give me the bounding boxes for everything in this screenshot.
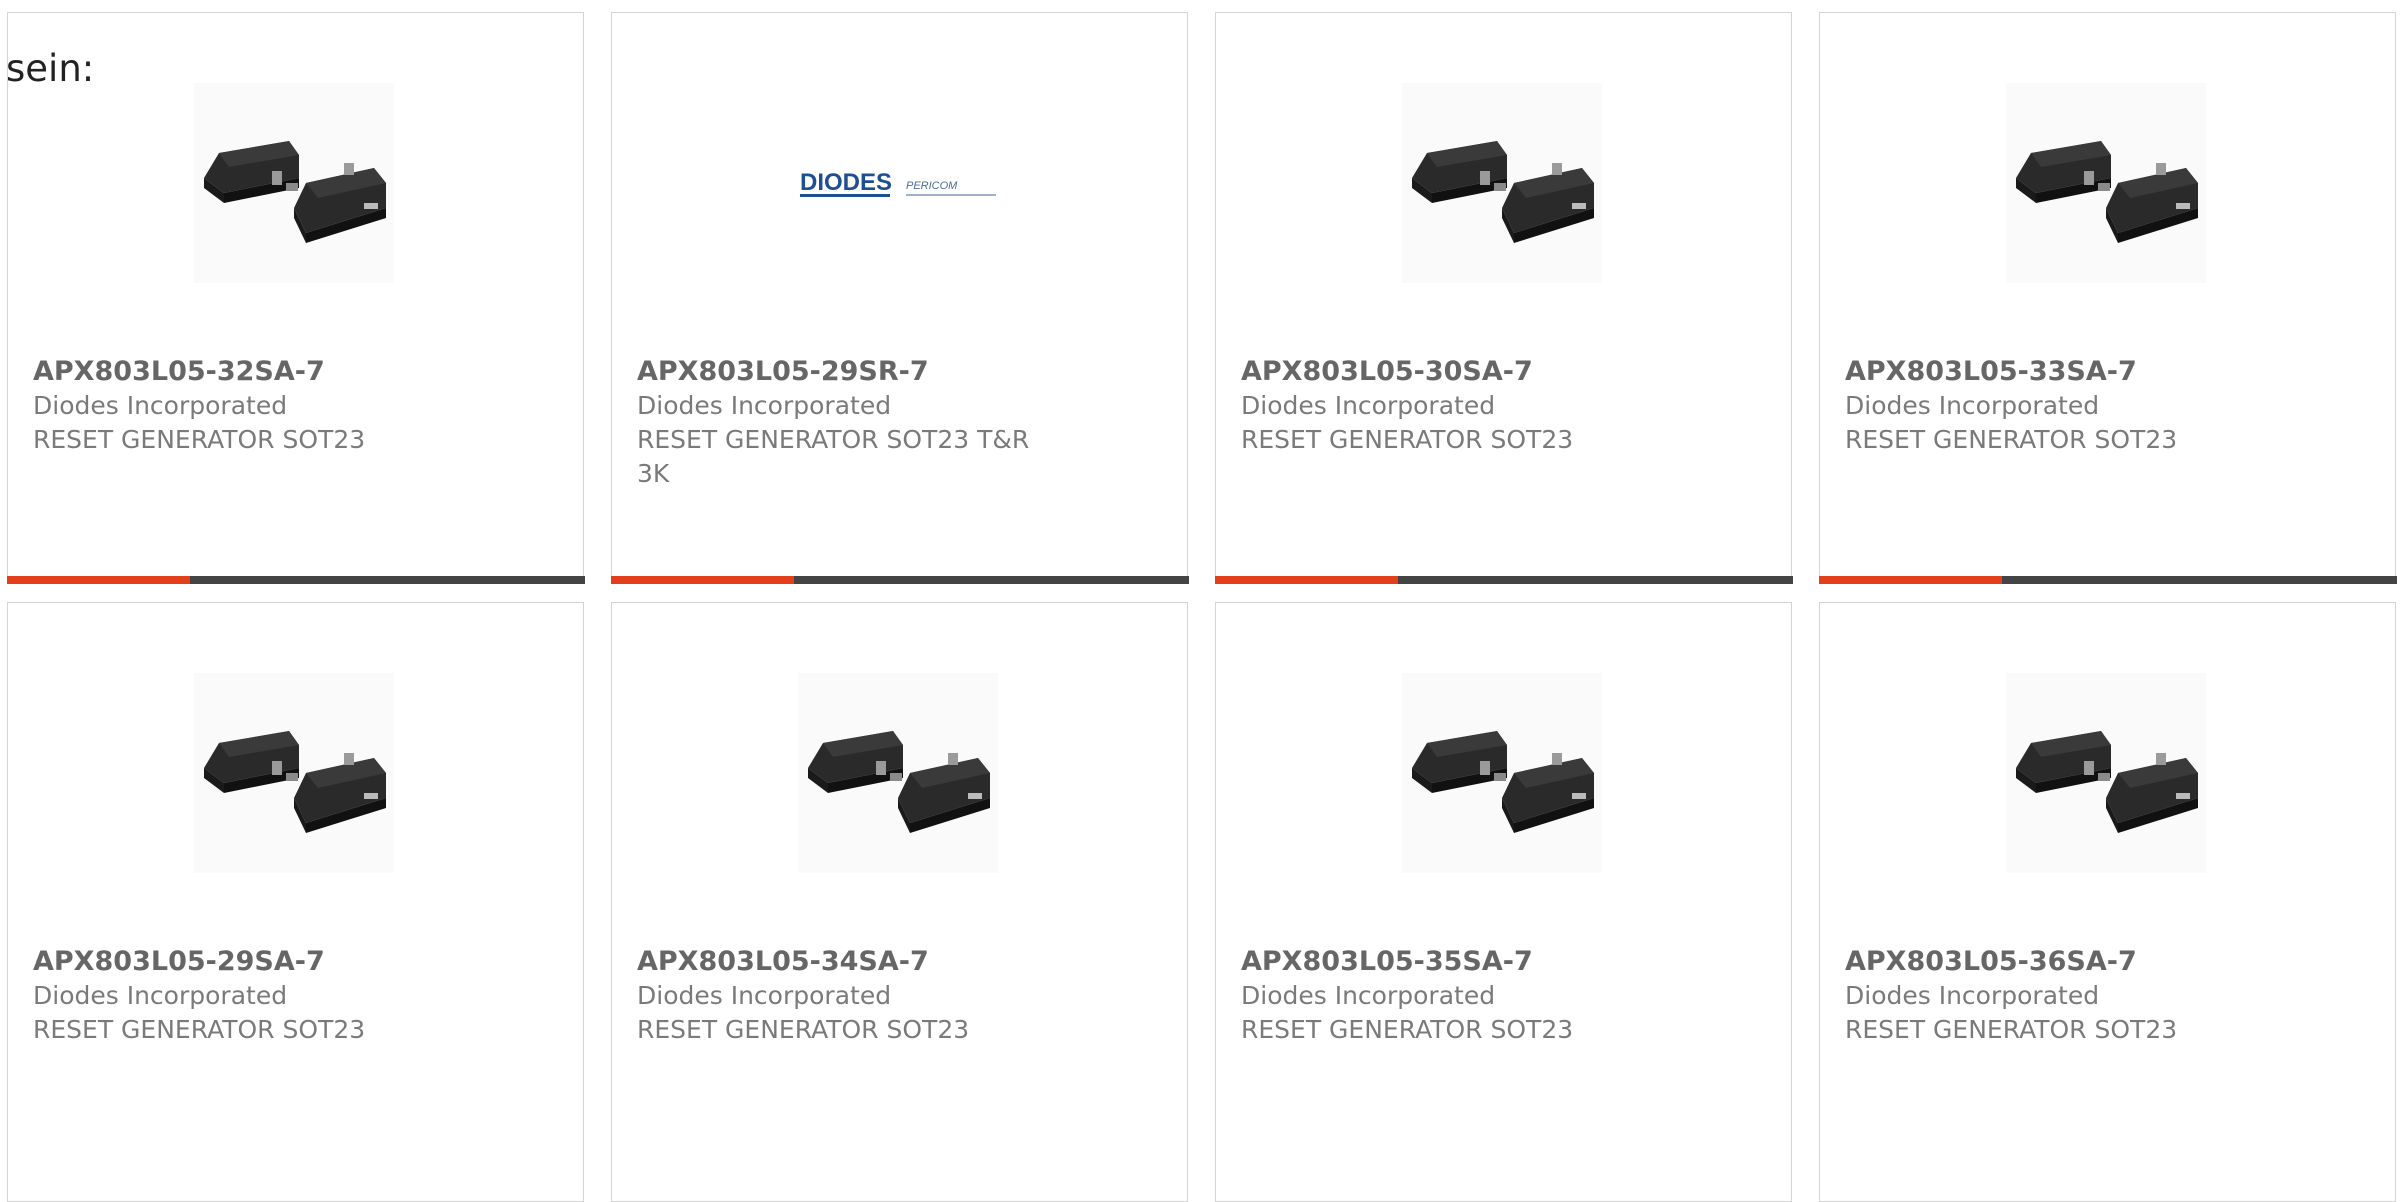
product-info: APX803L05-30SA-7 Diodes Incorporated RES… bbox=[1241, 355, 1681, 457]
product-card[interactable]: APX803L05-34SA-7 Diodes Incorporated RES… bbox=[611, 602, 1188, 1202]
sot23-package-icon[interactable] bbox=[798, 673, 998, 873]
manufacturer: Diodes Incorporated bbox=[33, 981, 288, 1010]
bar-accent bbox=[610, 575, 794, 584]
product-card[interactable]: APX803L05-36SA-7 Diodes Incorporated RES… bbox=[1819, 602, 2396, 1202]
sot23-package-icon[interactable] bbox=[1402, 83, 1602, 283]
product-grid: APX803L05-32SA-7 Diodes Incorporated RES… bbox=[6, 12, 2400, 1202]
part-number-link[interactable]: APX803L05-32SA-7 bbox=[33, 355, 473, 389]
product-card[interactable]: APX803L05-29SA-7 Diodes Incorporated RES… bbox=[7, 602, 584, 1202]
part-number-link[interactable]: APX803L05-30SA-7 bbox=[1241, 355, 1681, 389]
sot23-package-icon[interactable] bbox=[2006, 83, 2206, 283]
diodes-pericom-logo[interactable]: DIODES PERICOM bbox=[798, 83, 998, 283]
sot23-package-icon[interactable] bbox=[2006, 673, 2206, 873]
part-number-link[interactable]: APX803L05-29SA-7 bbox=[33, 945, 473, 979]
manufacturer: Diodes Incorporated bbox=[33, 391, 288, 420]
intro-text: sein: bbox=[6, 47, 95, 90]
sot23-package-icon[interactable] bbox=[194, 673, 394, 873]
product-card[interactable]: APX803L05-33SA-7 Diodes Incorporated RES… bbox=[1818, 12, 2397, 584]
manufacturer: Diodes Incorporated bbox=[1241, 391, 1496, 420]
product-card[interactable]: APX803L05-32SA-7 Diodes Incorporated RES… bbox=[6, 12, 585, 584]
manufacturer: Diodes Incorporated bbox=[1845, 981, 2100, 1010]
manufacturer: Diodes Incorporated bbox=[1845, 391, 2100, 420]
part-number-link[interactable]: APX803L05-35SA-7 bbox=[1241, 945, 1681, 979]
card-progress-bar bbox=[610, 575, 1189, 584]
description: RESET GENERATOR SOT23 bbox=[1241, 1015, 1574, 1044]
logo-sub: PERICOM bbox=[906, 180, 958, 192]
bar-accent bbox=[1214, 575, 1398, 584]
manufacturer: Diodes Incorporated bbox=[1241, 981, 1496, 1010]
product-info: APX803L05-32SA-7 Diodes Incorporated RES… bbox=[33, 355, 473, 457]
description: RESET GENERATOR SOT23 bbox=[637, 1015, 970, 1044]
product-info: APX803L05-33SA-7 Diodes Incorporated RES… bbox=[1845, 355, 2285, 457]
product-info: APX803L05-29SA-7 Diodes Incorporated RES… bbox=[33, 945, 473, 1047]
description: RESET GENERATOR SOT23 bbox=[1241, 425, 1574, 454]
manufacturer: Diodes Incorporated bbox=[637, 981, 892, 1010]
product-info: APX803L05-35SA-7 Diodes Incorporated RES… bbox=[1241, 945, 1681, 1047]
card-progress-bar bbox=[1214, 575, 1793, 584]
bar-accent bbox=[1818, 575, 2002, 584]
description: RESET GENERATOR SOT23 T&R 3K bbox=[637, 425, 1030, 488]
product-info: APX803L05-36SA-7 Diodes Incorporated RES… bbox=[1845, 945, 2285, 1047]
manufacturer: Diodes Incorporated bbox=[637, 391, 892, 420]
product-card[interactable]: APX803L05-35SA-7 Diodes Incorporated RES… bbox=[1215, 602, 1792, 1202]
description: RESET GENERATOR SOT23 bbox=[1845, 1015, 2178, 1044]
bar-accent bbox=[6, 575, 190, 584]
product-card[interactable]: APX803L05-30SA-7 Diodes Incorporated RES… bbox=[1214, 12, 1793, 584]
sot23-package-icon[interactable] bbox=[194, 83, 394, 283]
part-number-link[interactable]: APX803L05-29SR-7 bbox=[637, 355, 1077, 389]
part-number-link[interactable]: APX803L05-34SA-7 bbox=[637, 945, 1077, 979]
description: RESET GENERATOR SOT23 bbox=[33, 1015, 366, 1044]
product-card[interactable]: DIODES PERICOM APX803L05-29SR-7 Diodes I… bbox=[610, 12, 1189, 584]
card-progress-bar bbox=[1818, 575, 2397, 584]
description: RESET GENERATOR SOT23 bbox=[33, 425, 366, 454]
part-number-link[interactable]: APX803L05-36SA-7 bbox=[1845, 945, 2285, 979]
sot23-package-icon[interactable] bbox=[1402, 673, 1602, 873]
product-info: APX803L05-34SA-7 Diodes Incorporated RES… bbox=[637, 945, 1077, 1047]
logo-brand: DIODES bbox=[800, 169, 892, 196]
product-info: APX803L05-29SR-7 Diodes Incorporated RES… bbox=[637, 355, 1077, 491]
part-number-link[interactable]: APX803L05-33SA-7 bbox=[1845, 355, 2285, 389]
description: RESET GENERATOR SOT23 bbox=[1845, 425, 2178, 454]
card-progress-bar bbox=[6, 575, 585, 584]
